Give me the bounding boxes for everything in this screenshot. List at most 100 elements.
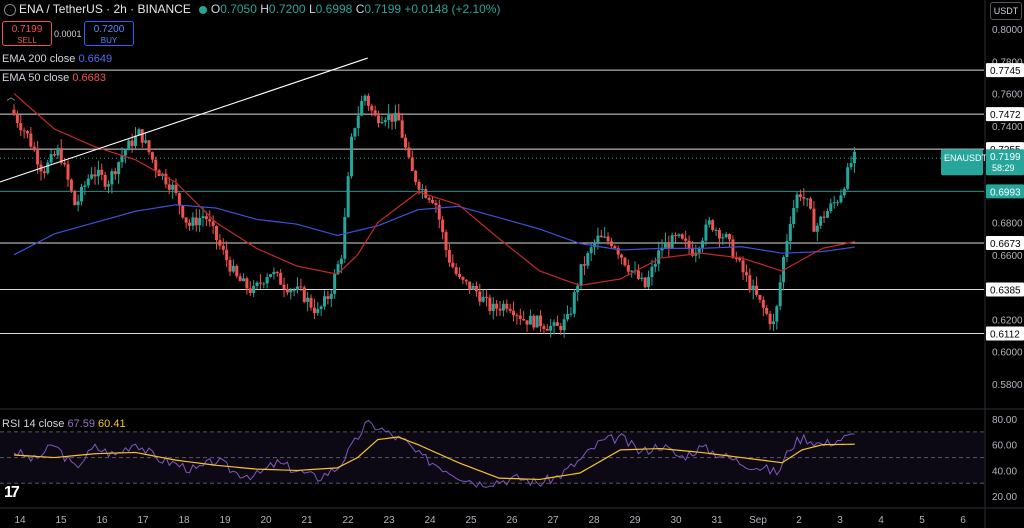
level-price-label: 0.7745	[990, 66, 1021, 77]
candle-body	[323, 296, 327, 307]
candle-body	[235, 265, 239, 277]
candle-body	[768, 313, 772, 325]
x-tick-label: 26	[506, 515, 518, 526]
candle-body	[775, 306, 779, 322]
candle-body	[599, 235, 603, 238]
candle-body	[839, 195, 843, 203]
candle-body	[69, 179, 73, 191]
candle-body	[454, 267, 458, 274]
x-tick-label: 6	[960, 515, 966, 526]
x-tick-label: 23	[383, 515, 395, 526]
candle-countdown-label: 58:29	[992, 163, 1015, 173]
candle-body	[478, 291, 482, 302]
candle-body	[96, 169, 100, 177]
ema200-legend[interactable]: EMA 200 close 0.6649	[2, 53, 112, 65]
candle-body	[123, 150, 127, 156]
candle-body	[299, 286, 303, 288]
candle-body	[846, 167, 850, 189]
candle-body	[755, 285, 759, 295]
candle-body	[518, 315, 522, 319]
y-tick-label: 0.6600	[992, 251, 1023, 262]
ema50-legend[interactable]: EMA 50 close 0.6683	[2, 72, 106, 84]
candle-body	[387, 113, 391, 121]
x-tick-label: 5	[919, 515, 925, 526]
candle-body	[107, 184, 111, 187]
candle-body	[663, 242, 667, 248]
candle-body	[393, 112, 397, 122]
candle-body	[312, 307, 316, 314]
candle-body	[373, 110, 377, 116]
candle-body	[809, 198, 813, 209]
candle-body	[501, 303, 505, 311]
candle-body	[285, 288, 289, 293]
candle-body	[289, 290, 293, 293]
candle-body	[792, 208, 796, 224]
x-tick-label: 25	[465, 515, 477, 526]
candle-body	[603, 236, 607, 238]
candle-body	[836, 202, 840, 204]
candle-body	[201, 216, 205, 218]
candle-body	[586, 253, 590, 266]
candle-body	[140, 129, 144, 143]
candle-body	[832, 202, 836, 204]
y-tick-label: 0.6800	[992, 219, 1023, 230]
candle-body	[451, 262, 455, 268]
candle-body	[164, 173, 168, 185]
candle-body	[822, 216, 826, 218]
buy-label: BUY	[100, 36, 118, 45]
candle-body	[630, 270, 634, 272]
candle-body	[218, 240, 222, 246]
candle-body	[42, 171, 46, 174]
candle-body	[751, 285, 755, 291]
candle-body	[437, 204, 441, 220]
candle-body	[198, 217, 202, 226]
candle-body	[269, 274, 273, 277]
candle-body	[296, 286, 300, 290]
candle-body	[684, 238, 688, 241]
candle-body	[829, 203, 833, 212]
candle-body	[144, 140, 148, 143]
candle-body	[147, 140, 151, 153]
candle-body	[802, 197, 806, 199]
candle-body	[765, 307, 769, 314]
candle-body	[171, 184, 175, 190]
candle-body	[640, 277, 644, 279]
rsi-legend[interactable]: RSI 14 close 67.59 60.41	[2, 418, 126, 430]
candle-body	[596, 235, 600, 243]
symbol-title[interactable]: ENA / TetherUS · 2h · BINANCE	[19, 2, 191, 16]
candle-body	[83, 185, 87, 187]
candle-body	[306, 297, 310, 302]
candle-body	[805, 198, 809, 200]
candle-body	[771, 321, 775, 325]
candle-body	[714, 229, 718, 231]
candle-body	[316, 309, 320, 314]
currency-selector-button[interactable]: USDT	[990, 2, 1022, 20]
candle-body	[188, 222, 192, 226]
candle-body	[842, 188, 846, 196]
candle-body	[549, 325, 553, 331]
candle-body	[431, 199, 435, 203]
price-change: +0.0148 (+2.10%)	[404, 2, 501, 16]
candle-body	[76, 201, 80, 206]
candle-body	[420, 189, 424, 191]
candle-body	[761, 299, 765, 308]
candle-body	[464, 279, 468, 282]
rsi-tick-label: 40.00	[992, 466, 1017, 477]
candle-body	[225, 249, 229, 261]
candle-body	[262, 283, 266, 285]
candle-body	[613, 246, 617, 249]
chart-canvas[interactable]: 14 15 16 17 18 19 20 21 22 23 24 25 26 27 28 29 30 31 Sep 2…	[0, 0, 1024, 528]
candle-body	[788, 223, 792, 241]
sell-label: SELL	[17, 36, 37, 45]
buy-button[interactable]: 0.7200 BUY	[84, 21, 134, 46]
candle-body	[680, 234, 684, 239]
candle-body	[275, 271, 279, 273]
candle-body	[194, 217, 198, 226]
candle-body	[721, 237, 725, 239]
candle-body	[731, 239, 735, 258]
candle-body	[444, 232, 448, 251]
collapse-legend-icon[interactable]: ︿	[4, 90, 18, 102]
candle-body	[36, 150, 40, 165]
sell-button[interactable]: 0.7199 SELL	[2, 21, 52, 46]
x-tick-label: 30	[670, 515, 682, 526]
